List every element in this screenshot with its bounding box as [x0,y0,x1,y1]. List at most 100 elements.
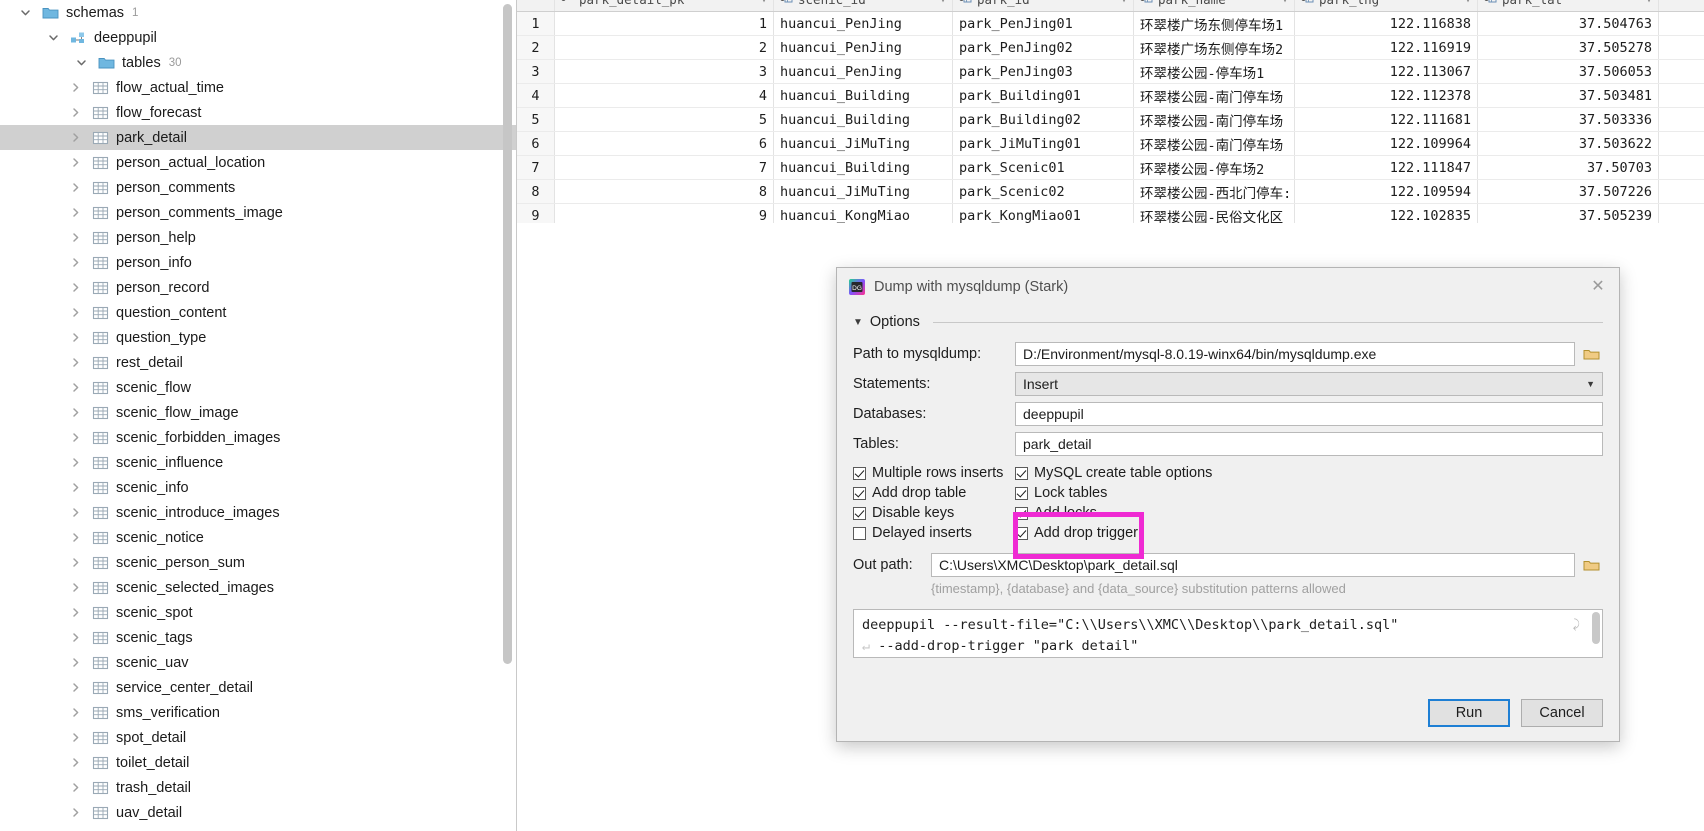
sidebar-scrollbar-track[interactable] [503,0,514,831]
cell-park_lat[interactable]: 37.505278 [1477,35,1659,60]
tree-item-scenic_info[interactable]: scenic_info [0,475,516,500]
chevron-right-icon[interactable] [68,456,82,470]
cell-scenic_id[interactable]: huancui_JiMuTing [773,131,953,156]
chevron-right-icon[interactable] [68,231,82,245]
close-icon[interactable]: ✕ [1589,278,1607,296]
checkbox-box[interactable] [1015,486,1028,500]
tree-item-tables[interactable]: tables 30 [0,50,516,75]
cell-park_detail_pk[interactable]: 1 [554,11,774,36]
cell-park_id[interactable]: park_PenJing01 [952,11,1134,36]
tree-item-schemas[interactable]: schemas 1 [0,0,516,25]
checkbox-mysql-create-table-options[interactable]: MySQL create table options [1015,465,1603,481]
tree-item-uav_detail[interactable]: uav_detail [0,800,516,825]
browse-folder-icon[interactable] [1579,553,1603,577]
chevron-right-icon[interactable] [68,481,82,495]
checkbox-disable-keys[interactable]: Disable keys [853,505,1015,521]
cell-park_detail_pk[interactable]: 3 [554,59,774,84]
column-header-scenic_id[interactable]: scenic_id ▼ [773,0,953,12]
checkbox-add-locks[interactable]: Add locks [1015,505,1603,521]
chevron-right-icon[interactable] [68,181,82,195]
chevron-right-icon[interactable] [68,281,82,295]
dump-dialog[interactable]: DG Dump with mysqldump (Stark) ✕ ▼ Optio… [836,267,1620,742]
tree-item-person_record[interactable]: person_record [0,275,516,300]
cancel-button[interactable]: Cancel [1521,699,1603,727]
cell-park_id[interactable]: park_PenJing03 [952,59,1134,84]
column-header-park_lat[interactable]: park_lat ▼ [1477,0,1659,12]
databases-input[interactable]: deeppupil [1015,402,1603,426]
result-table-body[interactable]: 1 1 huancui_PenJing park_PenJing01 环翠楼广场东侧停车… [517,11,1704,228]
cell-park_lat[interactable]: 37.504763 [1477,11,1659,36]
chevron-right-icon[interactable] [68,356,82,370]
table-row[interactable]: 4 4 huancui_Building park_Building01 环翠楼公园-南… [517,83,1704,108]
chevron-down-icon[interactable] [74,56,88,70]
table-row[interactable]: 1 1 huancui_PenJing park_PenJing01 环翠楼广场东侧停车… [517,11,1704,36]
cell-scenic_id[interactable]: huancui_PenJing [773,59,953,84]
tree-item-flow_actual_time[interactable]: flow_actual_time [0,75,516,100]
tree-item-rest_detail[interactable]: rest_detail [0,350,516,375]
tree-item-scenic_notice[interactable]: scenic_notice [0,525,516,550]
chevron-right-icon[interactable] [68,131,82,145]
browse-folder-icon[interactable] [1579,342,1603,366]
chevron-right-icon[interactable] [68,206,82,220]
row-number-cell[interactable]: 7 [517,155,555,180]
tree-item-scenic_selected_images[interactable]: scenic_selected_images [0,575,516,600]
cell-park_name[interactable]: 环翠楼公园-西北门停车: [1133,179,1295,204]
tree-item-person_comments[interactable]: person_comments [0,175,516,200]
cell-park_lng[interactable]: 122.116838 [1294,11,1478,36]
chevron-right-icon[interactable] [68,806,82,820]
chevron-right-icon[interactable] [68,406,82,420]
cell-park_lng[interactable]: 122.111847 [1294,155,1478,180]
checkbox-add-drop-table[interactable]: Add drop table [853,485,1015,501]
row-number-cell[interactable]: 6 [517,131,555,156]
cell-park_detail_pk[interactable]: 7 [554,155,774,180]
chevron-down-icon[interactable]: ▼ [1586,379,1595,389]
column-header-park_id[interactable]: park_id ▼ [952,0,1134,12]
cell-park_lat[interactable]: 37.50703 [1477,155,1659,180]
chevron-right-icon[interactable] [68,531,82,545]
cell-park_name[interactable]: 环翠楼公园-停车场2 [1133,155,1295,180]
chevron-right-icon[interactable] [68,706,82,720]
checkbox-lock-tables[interactable]: Lock tables [1015,485,1603,501]
cell-park_lng[interactable]: 122.113067 [1294,59,1478,84]
chevron-down-icon[interactable]: ▼ [1465,0,1471,5]
row-number-cell[interactable]: 2 [517,35,555,60]
chevron-right-icon[interactable] [68,381,82,395]
checkbox-delayed-inserts[interactable]: Delayed inserts [853,525,1015,541]
chevron-right-icon[interactable] [68,106,82,120]
tree-item-service_center_detail[interactable]: service_center_detail [0,675,516,700]
table-row[interactable]: 7 7 huancui_Building park_Scenic01 环翠楼公园-停车场… [517,155,1704,180]
chevron-right-icon[interactable] [68,681,82,695]
command-preview[interactable]: deeppupil --result-file="C:\\Users\\XMC\… [853,609,1603,658]
cell-park_detail_pk[interactable]: 8 [554,179,774,204]
chevron-right-icon[interactable] [68,81,82,95]
row-number-cell[interactable]: 4 [517,83,555,108]
chevron-right-icon[interactable] [68,631,82,645]
tree-item-scenic_introduce_images[interactable]: scenic_introduce_images [0,500,516,525]
result-table[interactable]: park_detail_pk ▼ scenic_id ▼ [517,0,1704,228]
chevron-right-icon[interactable] [68,756,82,770]
cell-park_lat[interactable]: 37.503622 [1477,131,1659,156]
tree-item-scenic_person_sum[interactable]: scenic_person_sum [0,550,516,575]
cell-park_name[interactable]: 环翠楼公园-停车场1 [1133,59,1295,84]
cell-park_lng[interactable]: 122.109594 [1294,179,1478,204]
checkbox-box[interactable] [1015,526,1028,540]
row-number-cell[interactable]: 8 [517,179,555,204]
chevron-right-icon[interactable] [68,556,82,570]
checkbox-multiple-rows-inserts[interactable]: Multiple rows inserts [853,465,1015,481]
cell-park_name[interactable]: 环翠楼广场东侧停车场1 [1133,11,1295,36]
cell-park_detail_pk[interactable]: 2 [554,35,774,60]
cell-park_name[interactable]: 环翠楼公园-南门停车场 [1133,83,1295,108]
cell-park_lng[interactable]: 122.109964 [1294,131,1478,156]
cell-park_id[interactable]: park_Scenic01 [952,155,1134,180]
cell-scenic_id[interactable]: huancui_PenJing [773,35,953,60]
cell-scenic_id[interactable]: huancui_Building [773,155,953,180]
cell-park_id[interactable]: park_Building01 [952,83,1134,108]
chevron-down-icon[interactable]: ▼ [761,0,767,5]
tables-input[interactable]: park_detail [1015,432,1603,456]
chevron-right-icon[interactable] [68,731,82,745]
checkbox-box[interactable] [853,526,866,540]
tree-item-trash_detail[interactable]: trash_detail [0,775,516,800]
cell-park_name[interactable]: 环翠楼公园-南门停车场 [1133,107,1295,132]
cell-scenic_id[interactable]: huancui_PenJing [773,11,953,36]
tree-item-sms_verification[interactable]: sms_verification [0,700,516,725]
